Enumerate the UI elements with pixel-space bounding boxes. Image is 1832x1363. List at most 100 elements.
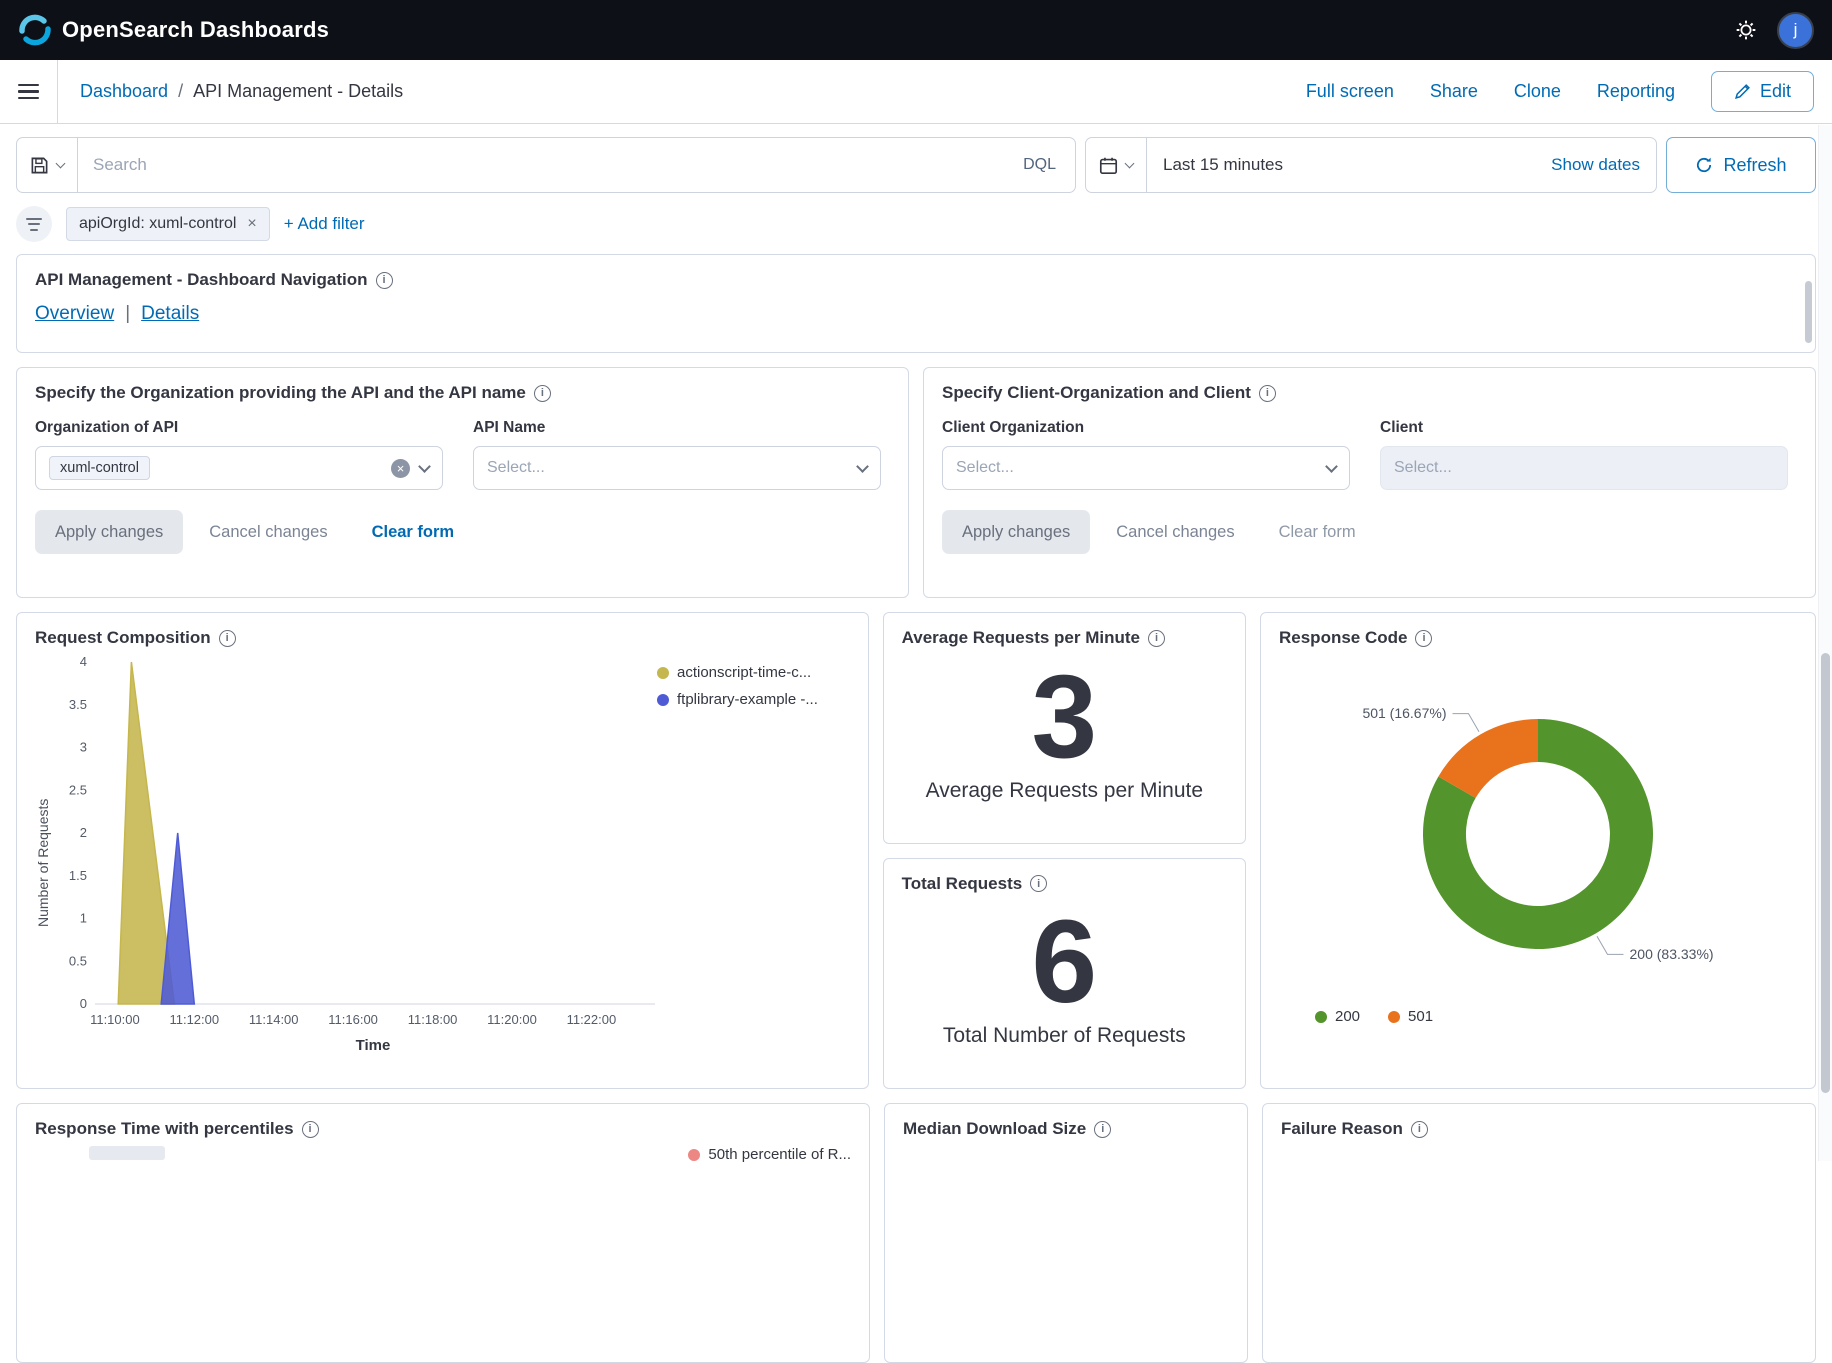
- field-label: Client Organization: [942, 419, 1350, 437]
- selected-option-chip[interactable]: xuml-control: [49, 456, 150, 480]
- legend-swatch: [657, 694, 669, 706]
- stats-column: Average Requests per Minute 3 Average Re…: [883, 612, 1246, 1089]
- legend-item[interactable]: actionscript-time-c...: [657, 664, 811, 681]
- field-organization-of-api: Organization of API xuml-control: [35, 419, 443, 490]
- svg-text:2.5: 2.5: [69, 782, 87, 797]
- legend-swatch: [1315, 1011, 1327, 1023]
- chart-fragment: [89, 1146, 165, 1160]
- info-icon[interactable]: [376, 272, 393, 289]
- svg-text:11:10:00: 11:10:00: [90, 1012, 140, 1027]
- legend-item[interactable]: 50th percentile of R...: [688, 1146, 851, 1163]
- query-area: DQL Last 15 minutes Show dates Refresh: [0, 124, 1832, 242]
- organization-combobox[interactable]: xuml-control: [35, 446, 443, 490]
- clear-selection-icon[interactable]: [391, 459, 410, 478]
- select-placeholder: Select...: [1394, 459, 1452, 477]
- calendar-button[interactable]: [1086, 138, 1147, 192]
- breadcrumb-dashboard[interactable]: Dashboard: [80, 81, 168, 102]
- top-actions: Full screen Share Clone Reporting Edit: [1306, 71, 1832, 112]
- clone-link[interactable]: Clone: [1514, 81, 1561, 102]
- filter-pill[interactable]: apiOrgId: xuml-control ×: [66, 207, 270, 241]
- full-screen-link[interactable]: Full screen: [1306, 81, 1394, 102]
- field-client: Client Select...: [1380, 419, 1788, 490]
- time-range-value[interactable]: Last 15 minutes: [1147, 155, 1299, 175]
- scrollbar-thumb[interactable]: [1821, 653, 1830, 1093]
- filter-icon[interactable]: [16, 206, 52, 242]
- panel-title-text: Median Download Size: [903, 1119, 1086, 1139]
- refresh-button[interactable]: Refresh: [1666, 137, 1816, 193]
- info-icon[interactable]: [1259, 385, 1276, 402]
- legend-swatch: [688, 1149, 700, 1161]
- refresh-icon: [1695, 156, 1713, 174]
- remove-filter-icon[interactable]: ×: [247, 216, 256, 232]
- svg-text:11:12:00: 11:12:00: [169, 1012, 219, 1027]
- panel-scrollbar-thumb[interactable]: [1805, 281, 1812, 343]
- nav-link-details[interactable]: Details: [141, 303, 199, 325]
- info-icon[interactable]: [1411, 1121, 1428, 1138]
- clear-form-button[interactable]: Clear form: [354, 510, 473, 554]
- svg-text:11:16:00: 11:16:00: [328, 1012, 378, 1027]
- query-language-button[interactable]: DQL: [1004, 156, 1075, 174]
- info-icon[interactable]: [534, 385, 551, 402]
- svg-text:501 (16.67%): 501 (16.67%): [1362, 705, 1446, 721]
- chevron-down-icon: [1125, 159, 1135, 169]
- panel-title-text: API Management - Dashboard Navigation: [35, 270, 368, 290]
- app-header: OpenSearch Dashboards j: [0, 0, 1832, 60]
- y-axis-label: Number of Requests: [35, 652, 57, 1073]
- legend-item[interactable]: ftplibrary-example -...: [657, 691, 818, 708]
- edit-label: Edit: [1760, 81, 1791, 102]
- panel-avg-requests: Average Requests per Minute 3 Average Re…: [883, 612, 1246, 844]
- apply-changes-button: Apply changes: [35, 510, 183, 554]
- api-name-select[interactable]: Select...: [473, 446, 881, 490]
- metric-label: Total Number of Requests: [943, 1024, 1186, 1048]
- user-avatar[interactable]: j: [1777, 12, 1814, 49]
- svg-text:11:18:00: 11:18:00: [408, 1012, 458, 1027]
- menu-button[interactable]: [0, 60, 58, 123]
- panel-total-requests: Total Requests 6 Total Number of Request…: [883, 858, 1246, 1090]
- dashboard-grid: API Management - Dashboard Navigation Ov…: [0, 242, 1832, 1363]
- add-filter-link[interactable]: + Add filter: [284, 214, 365, 234]
- info-icon[interactable]: [219, 630, 236, 647]
- chevron-down-icon: [1325, 460, 1338, 473]
- saved-query-button[interactable]: [17, 138, 78, 192]
- legend-swatch: [1388, 1011, 1400, 1023]
- legend-item[interactable]: 501: [1388, 1008, 1433, 1025]
- share-link[interactable]: Share: [1430, 81, 1478, 102]
- nav-link-overview[interactable]: Overview: [35, 303, 114, 325]
- svg-text:2: 2: [80, 825, 87, 840]
- metric-label: Average Requests per Minute: [926, 779, 1203, 803]
- legend-label: 200: [1335, 1008, 1360, 1025]
- show-dates-button[interactable]: Show dates: [1535, 155, 1656, 175]
- panel-response-time: Response Time with percentiles 50th perc…: [16, 1103, 870, 1363]
- chevron-down-icon: [56, 159, 66, 169]
- client-organization-select[interactable]: Select...: [942, 446, 1350, 490]
- chevron-down-icon: [418, 460, 431, 473]
- panel-title: Median Download Size: [903, 1119, 1229, 1139]
- svg-text:3: 3: [80, 740, 87, 755]
- panel-title-text: Specify Client-Organization and Client: [942, 383, 1251, 403]
- info-icon[interactable]: [302, 1121, 319, 1138]
- filter-bar: apiOrgId: xuml-control × + Add filter: [16, 206, 1816, 242]
- hamburger-icon: [18, 79, 39, 103]
- panel-title: Response Code: [1279, 628, 1797, 648]
- info-icon[interactable]: [1094, 1121, 1111, 1138]
- opensearch-brand[interactable]: OpenSearch Dashboards: [18, 13, 329, 47]
- search-input[interactable]: [78, 155, 1004, 175]
- svg-text:4: 4: [80, 654, 87, 669]
- client-select-disabled: Select...: [1380, 446, 1788, 490]
- panel-title: Response Time with percentiles: [35, 1119, 851, 1139]
- panel-client-org-form: Specify Client-Organization and Client C…: [923, 367, 1816, 598]
- chart-legend: actionscript-time-c... ftplibrary-example…: [657, 652, 845, 1073]
- info-icon[interactable]: [1415, 630, 1432, 647]
- svg-text:3.5: 3.5: [69, 697, 87, 712]
- panel-org-api-form: Specify the Organization providing the A…: [16, 367, 909, 598]
- select-placeholder: Select...: [487, 459, 545, 477]
- svg-text:11:14:00: 11:14:00: [249, 1012, 299, 1027]
- breadcrumb-bar: Dashboard / API Management - Details Ful…: [0, 60, 1832, 124]
- reporting-link[interactable]: Reporting: [1597, 81, 1675, 102]
- svg-text:200 (83.33%): 200 (83.33%): [1630, 946, 1714, 962]
- date-picker: Last 15 minutes Show dates: [1085, 137, 1657, 193]
- edit-button[interactable]: Edit: [1711, 71, 1814, 112]
- page-scrollbar[interactable]: [1818, 125, 1832, 1161]
- settings-icon[interactable]: [1735, 19, 1757, 41]
- legend-item[interactable]: 200: [1315, 1008, 1360, 1025]
